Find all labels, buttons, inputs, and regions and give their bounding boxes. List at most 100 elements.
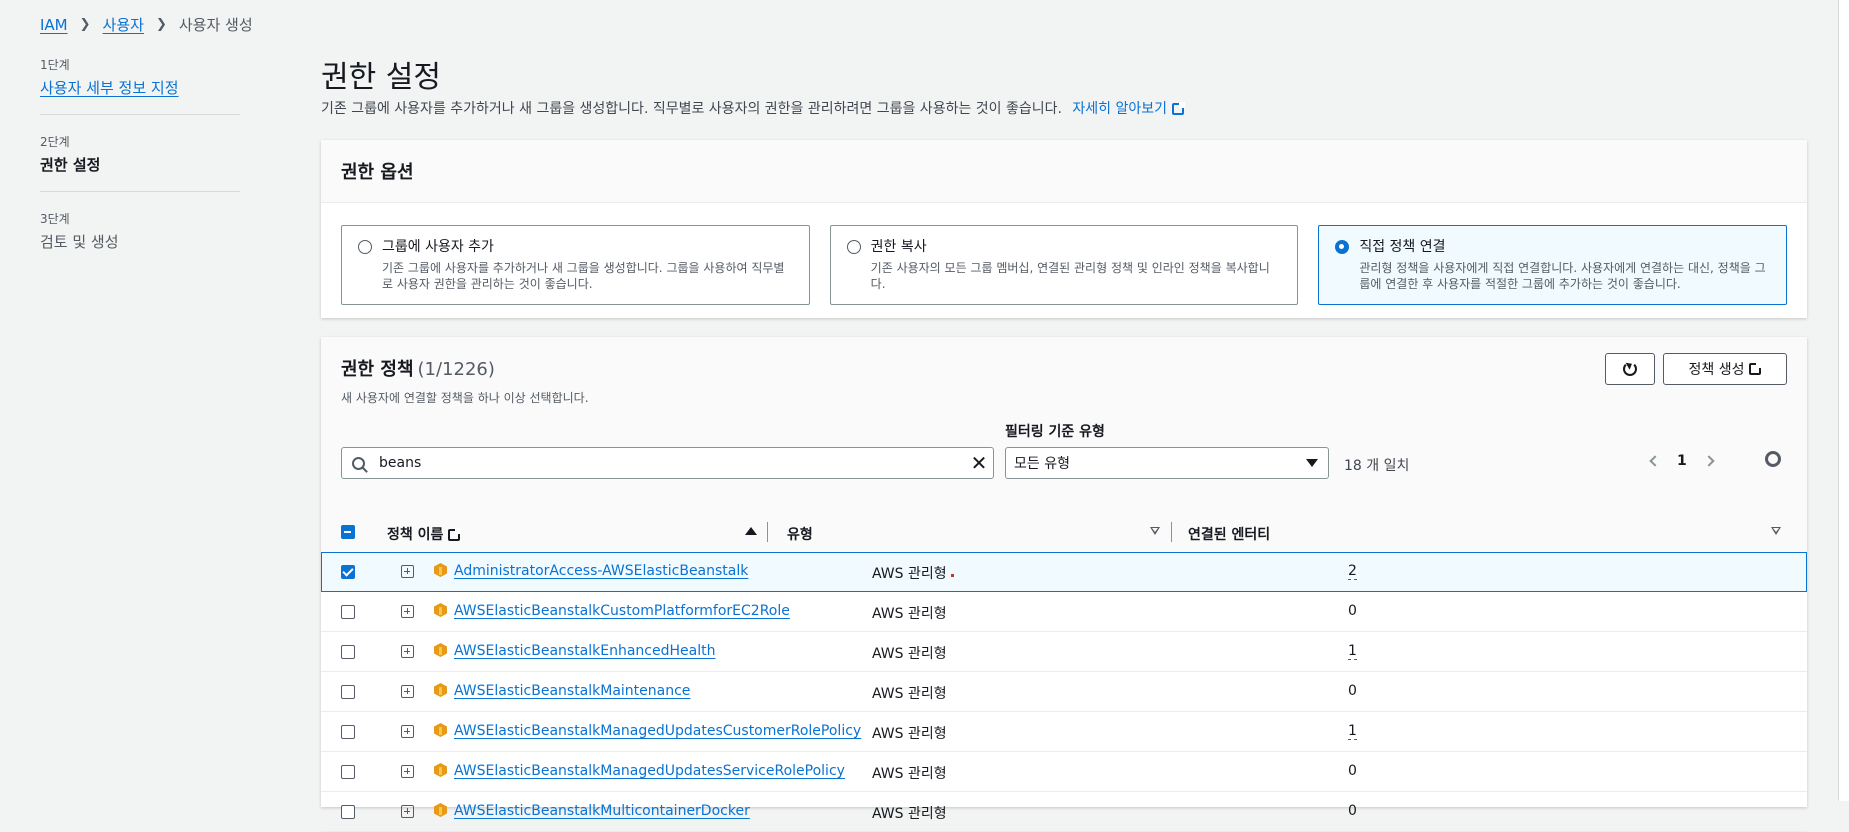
policy-type: AWS 관리형 xyxy=(872,683,947,703)
clear-icon[interactable]: ✕ xyxy=(965,449,993,477)
step-number: 3단계 xyxy=(40,212,70,226)
wizard-steps: 1단계 사용자 세부 정보 지정 2단계 권한 설정 3단계 검토 및 생성 xyxy=(40,56,240,286)
table-row[interactable]: AWSElasticBeanstalkManagedUpdatesCustome… xyxy=(321,712,1807,752)
option-description: 기존 그룹에 사용자를 추가하거나 새 그룹을 생성합니다. 그룹을 사용하여 … xyxy=(382,261,785,291)
row-checkbox[interactable] xyxy=(341,605,355,619)
breadcrumb: IAM ❯ 사용자 ❯ 사용자 생성 xyxy=(40,14,253,35)
policy-type-text: AWS 관리형 xyxy=(872,806,947,822)
step-number: 1단계 xyxy=(40,58,70,72)
table-row[interactable]: AWSElasticBeanstalkManagedUpdatesService… xyxy=(321,752,1807,792)
table-row[interactable]: AWSElasticBeanstalkMaintenance AWS 관리형 0 xyxy=(321,672,1807,712)
option-title: 직접 정책 연결 xyxy=(1359,239,1446,255)
option-description: 관리형 정책을 사용자에게 직접 연결합니다. 사용자에게 연결하는 대신, 정… xyxy=(1359,261,1766,291)
option-attach-policies-directly[interactable]: 직접 정책 연결 관리형 정책을 사용자에게 직접 연결합니다. 사용자에게 연… xyxy=(1318,225,1788,305)
policy-type: AWS 관리형 xyxy=(872,723,947,743)
current-page[interactable]: 1 xyxy=(1677,453,1687,469)
row-checkbox[interactable] xyxy=(341,685,355,699)
filter-type-label: 필터링 기준 유형 xyxy=(1005,424,1105,440)
attached-entities-count[interactable]: 2 xyxy=(1348,563,1357,580)
attached-entities-count[interactable]: 1 xyxy=(1348,643,1357,660)
row-checkbox[interactable] xyxy=(341,565,355,579)
page-scrollbar[interactable] xyxy=(1838,0,1849,801)
gear-icon[interactable] xyxy=(1765,451,1781,467)
learn-more-link[interactable]: 자세히 알아보기 xyxy=(1072,101,1186,117)
filter-type-select[interactable]: 모든 유형 xyxy=(1005,447,1329,479)
chevron-right-icon: ❯ xyxy=(155,17,167,32)
external-link-icon xyxy=(448,528,462,541)
chevron-right-icon: ❯ xyxy=(79,17,91,32)
row-checkbox[interactable] xyxy=(341,725,355,739)
sort-ascending-icon[interactable] xyxy=(745,527,757,535)
radio-button[interactable] xyxy=(846,240,861,254)
aws-managed-policy-icon xyxy=(434,723,447,737)
step-review-create: 검토 및 생성 xyxy=(40,233,119,251)
policy-name-link[interactable]: AWSElasticBeanstalkCustomPlatformforEC2R… xyxy=(454,603,790,619)
permission-policies-panel: 권한 정책 (1/1226) 새 사용자에 연결할 정책을 하나 이상 선택합니다… xyxy=(321,337,1807,832)
policy-name-link[interactable]: AWSElasticBeanstalkEnhancedHealth xyxy=(454,643,715,659)
policy-type-text: AWS 관리형 xyxy=(872,686,947,702)
prev-page-icon[interactable] xyxy=(1649,455,1661,467)
table-row[interactable]: AWSElasticBeanstalkCustomPlatformforEC2R… xyxy=(321,592,1807,632)
row-checkbox[interactable] xyxy=(341,765,355,779)
table-row[interactable]: AWSElasticBeanstalkEnhancedHealth AWS 관리형… xyxy=(321,632,1807,672)
breadcrumb-iam[interactable]: IAM xyxy=(40,16,68,34)
policies-title: 권한 정책 (1/1226) xyxy=(341,355,495,381)
create-policy-button[interactable]: 정책 생성 xyxy=(1663,353,1787,385)
policy-name-link[interactable]: AWSElasticBeanstalkMulticontainerDocker xyxy=(454,803,750,819)
expand-icon[interactable] xyxy=(401,605,414,618)
expand-icon[interactable] xyxy=(401,725,414,738)
policy-type: AWS 관리형 xyxy=(872,643,947,663)
column-header-type[interactable]: 유형 xyxy=(787,524,813,544)
column-header-policy-name[interactable]: 정책 이름 xyxy=(387,524,462,544)
policies-title-text: 권한 정책 xyxy=(341,359,414,380)
sort-icon[interactable] xyxy=(1771,527,1781,535)
step-number: 2단계 xyxy=(40,135,70,149)
sort-icon[interactable] xyxy=(1150,527,1160,535)
policy-search[interactable]: ✕ xyxy=(341,447,994,479)
policies-description: 새 사용자에 연결할 정책을 하나 이상 선택합니다. xyxy=(341,391,589,405)
search-input[interactable] xyxy=(377,454,965,472)
aws-managed-policy-icon xyxy=(434,803,447,817)
column-divider[interactable] xyxy=(1171,522,1172,542)
radio-button-selected[interactable] xyxy=(1335,240,1350,254)
option-add-to-group[interactable]: 그룹에 사용자 추가 기존 그룹에 사용자를 추가하거나 새 그룹을 생성합니다… xyxy=(341,225,810,305)
search-icon xyxy=(352,456,365,470)
step-current-permissions: 권한 설정 xyxy=(40,156,101,174)
row-checkbox[interactable] xyxy=(341,805,355,819)
expand-icon[interactable] xyxy=(401,565,414,578)
next-page-icon[interactable] xyxy=(1703,455,1715,467)
table-row[interactable]: AdministratorAccess-AWSElasticBeanstalk A… xyxy=(321,552,1807,592)
policy-type: AWS 관리형 xyxy=(872,563,954,583)
attached-entities-count[interactable]: 1 xyxy=(1348,723,1357,740)
policy-name-link[interactable]: AWSElasticBeanstalkManagedUpdatesCustome… xyxy=(454,723,861,739)
option-copy-permissions[interactable]: 권한 복사 기존 사용자의 모든 그룹 멤버십, 연결된 관리형 정책 및 인라… xyxy=(829,225,1299,305)
breadcrumb-users[interactable]: 사용자 xyxy=(103,14,144,35)
breadcrumb-current: 사용자 생성 xyxy=(178,16,253,34)
permission-options-panel: 권한 옵션 그룹에 사용자 추가 기존 그룹에 사용자를 추가하거나 새 그룹을… xyxy=(321,140,1807,318)
option-description: 기존 사용자의 모든 그룹 멤버십, 연결된 관리형 정책 및 인라인 정책을 … xyxy=(870,261,1270,291)
external-link-icon xyxy=(1749,362,1763,375)
table-row[interactable]: AWSElasticBeanstalkMulticontainerDocker A… xyxy=(321,792,1807,832)
expand-icon[interactable] xyxy=(401,685,414,698)
policy-name-link[interactable]: AdministratorAccess-AWSElasticBeanstalk xyxy=(454,563,748,579)
page-description: 기존 그룹에 사용자를 추가하거나 새 그룹을 생성합니다. 직무별로 사용자의… xyxy=(321,98,1186,118)
expand-icon[interactable] xyxy=(401,645,414,658)
expand-icon[interactable] xyxy=(401,765,414,778)
radio-button[interactable] xyxy=(358,240,372,254)
policy-name-link[interactable]: AWSElasticBeanstalkManagedUpdatesService… xyxy=(454,763,845,779)
refresh-button[interactable] xyxy=(1605,353,1655,385)
select-all-checkbox[interactable] xyxy=(341,525,355,539)
step-link-user-details[interactable]: 사용자 세부 정보 지정 xyxy=(40,77,240,98)
column-name-label: 정책 이름 xyxy=(387,527,444,543)
policy-type: AWS 관리형 xyxy=(872,803,947,823)
column-divider[interactable] xyxy=(767,522,768,542)
permission-options-header: 권한 옵션 xyxy=(321,140,1807,203)
policy-type-text: AWS 관리형 xyxy=(872,646,947,662)
caret-down-icon xyxy=(1306,459,1318,473)
row-checkbox[interactable] xyxy=(341,645,355,659)
policy-type-text: AWS 관리형 xyxy=(872,766,947,782)
policy-name-link[interactable]: AWSElasticBeanstalkMaintenance xyxy=(454,683,690,699)
column-header-attached-entities[interactable]: 연결된 엔터티 xyxy=(1188,524,1270,544)
policy-type-text: AWS 관리형 xyxy=(872,726,947,742)
expand-icon[interactable] xyxy=(401,805,414,818)
